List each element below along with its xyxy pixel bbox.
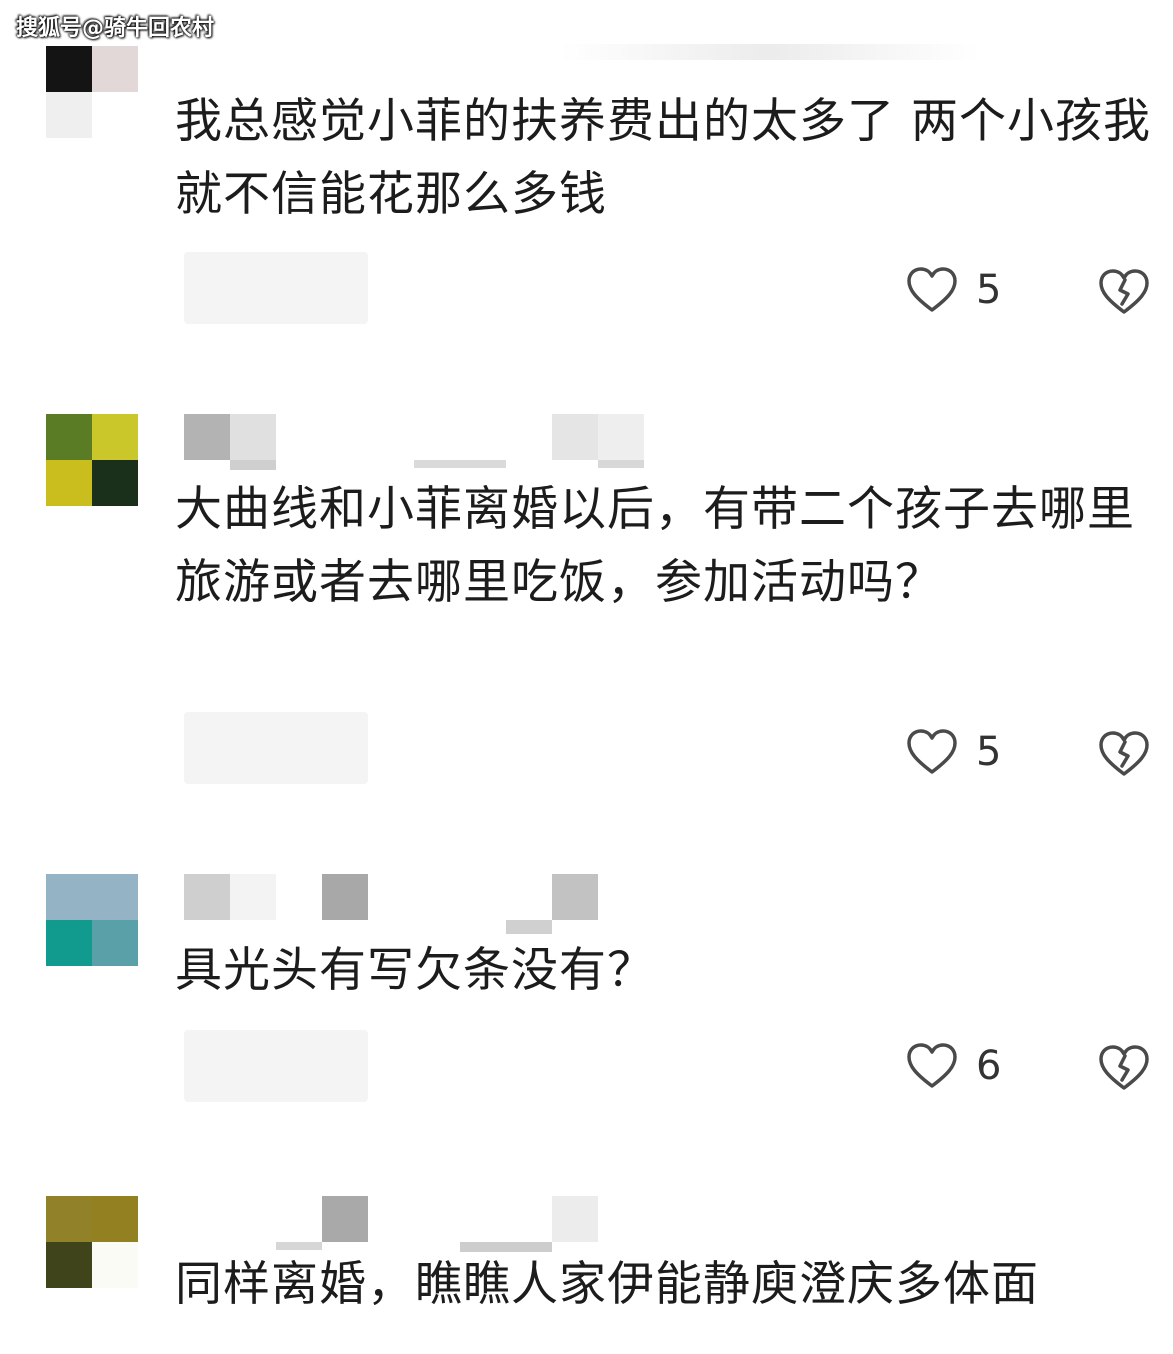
like-count: 6	[976, 1043, 1002, 1089]
like-button[interactable]: 6	[906, 1042, 1001, 1090]
comment-text: 大曲线和小菲离婚以后，有带二个孩子去哪里旅游或者去哪里吃饭，参加活动吗？	[175, 482, 1135, 610]
comment-meta-blurred	[184, 252, 368, 324]
heart-icon	[906, 266, 958, 314]
broken-heart-icon	[1098, 730, 1150, 778]
watermark: 搜狐号@骑牛回农村	[16, 16, 215, 41]
broken-heart-icon	[1098, 1044, 1150, 1092]
broken-heart-icon	[1098, 268, 1150, 316]
like-button[interactable]: 5	[906, 266, 1001, 314]
username-blurred	[184, 1196, 598, 1252]
like-button[interactable]: 5	[906, 728, 1001, 776]
like-count: 5	[976, 267, 1002, 313]
dislike-button[interactable]	[1098, 268, 1150, 316]
comment-text: 具光头有写欠条没有？	[175, 943, 655, 998]
comment-text: 同样离婚，瞧瞧人家伊能静庾澄庆多体面	[175, 1257, 1039, 1312]
avatar[interactable]	[46, 874, 138, 966]
dislike-button[interactable]	[1098, 1044, 1150, 1092]
heart-icon	[906, 1042, 958, 1090]
comment-meta-blurred	[184, 712, 368, 784]
like-count: 5	[976, 729, 1002, 775]
username-blurred	[184, 414, 644, 470]
top-fade	[560, 44, 980, 60]
heart-icon	[906, 728, 958, 776]
comment-meta-blurred	[184, 1030, 368, 1102]
comment-text: 我总感觉小菲的扶养费出的太多了 两个小孩我就不信能花那么多钱	[175, 94, 1151, 222]
username-blurred	[184, 874, 598, 934]
dislike-button[interactable]	[1098, 730, 1150, 778]
avatar[interactable]	[46, 414, 138, 506]
avatar[interactable]	[46, 46, 138, 138]
avatar[interactable]	[46, 1196, 138, 1288]
